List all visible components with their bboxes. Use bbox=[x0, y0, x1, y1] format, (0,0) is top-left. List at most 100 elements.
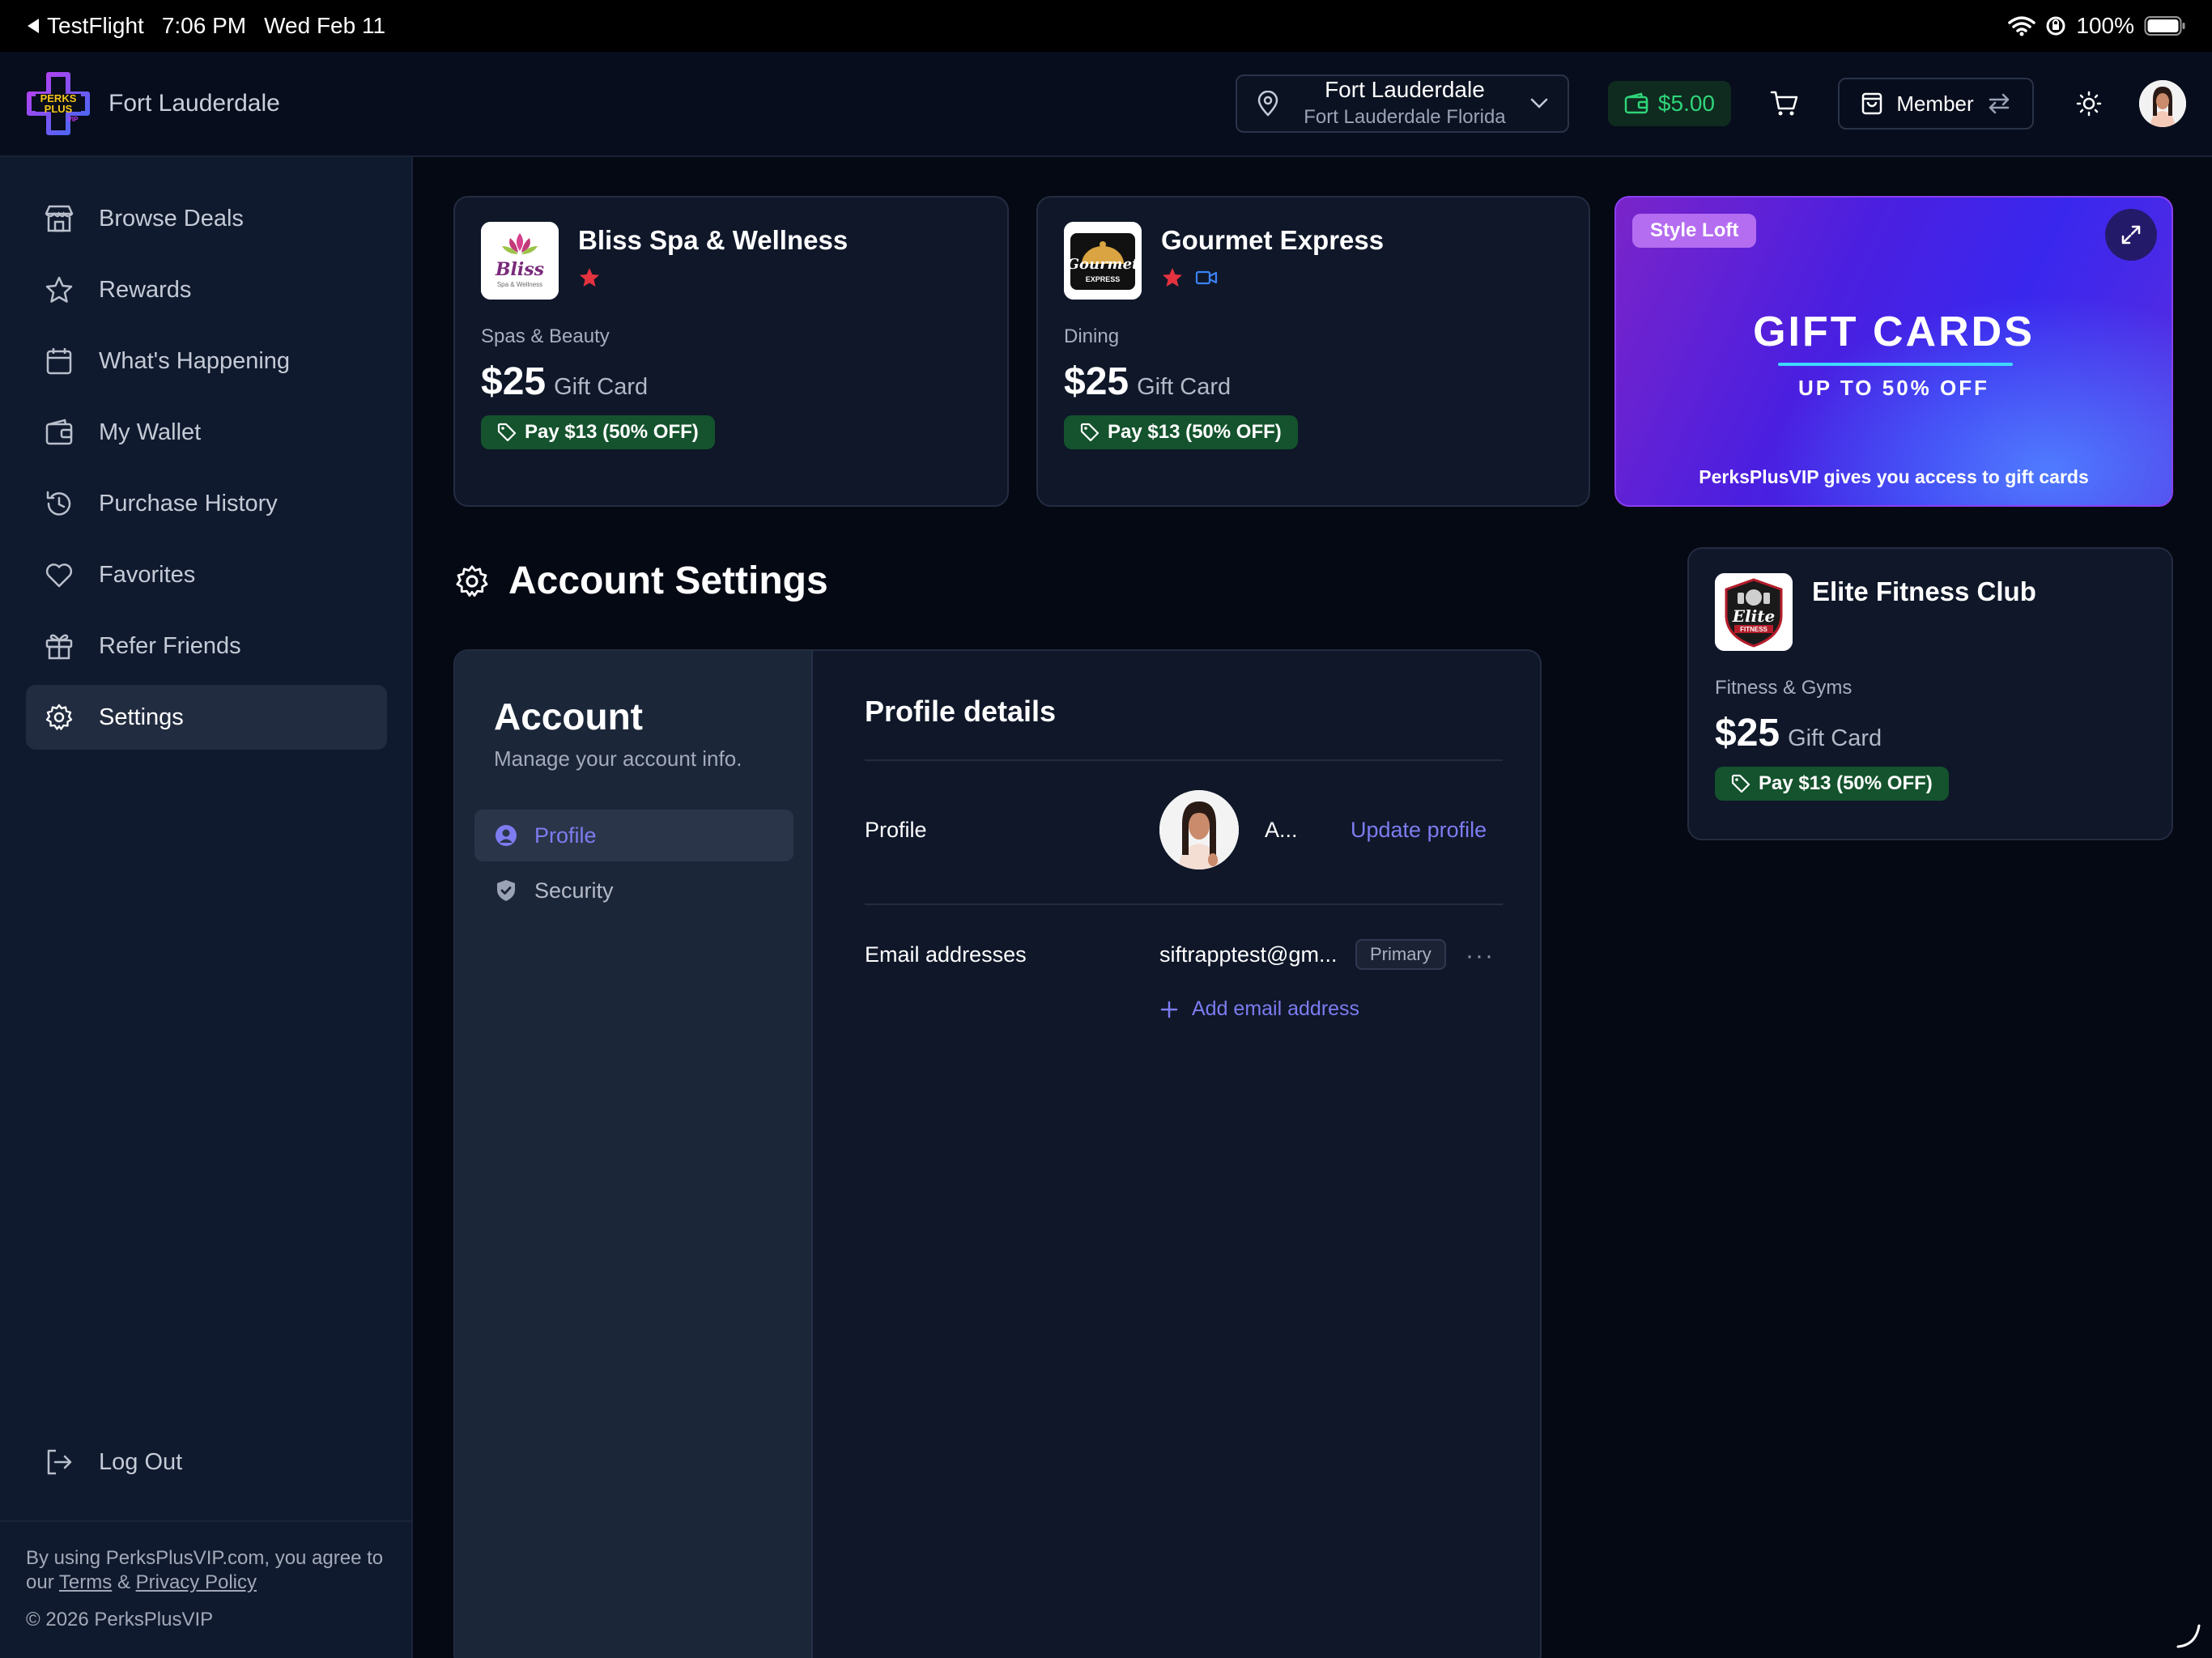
user-circle-icon bbox=[496, 825, 517, 846]
divider bbox=[865, 903, 1503, 905]
sidebar-item-settings[interactable]: Settings bbox=[26, 685, 387, 750]
status-time: 7:06 PM bbox=[161, 13, 247, 38]
location-select[interactable]: Fort Lauderdale Fort Lauderdale Florida bbox=[1235, 74, 1569, 133]
privacy-policy-link[interactable]: Privacy Policy bbox=[136, 1571, 257, 1593]
account-panel: Account Manage your account info. Profil… bbox=[453, 649, 1542, 1658]
deal-unit: Gift Card bbox=[1788, 725, 1882, 751]
chevron-down-icon bbox=[1530, 98, 1548, 108]
expand-banner-button[interactable] bbox=[2105, 209, 2157, 261]
tab-profile[interactable]: Profile bbox=[474, 810, 793, 861]
gear-icon bbox=[456, 564, 488, 597]
shield-check-icon bbox=[497, 880, 515, 901]
profile-row-label: Profile bbox=[865, 818, 927, 842]
star-filled-icon bbox=[1163, 268, 1182, 287]
heart-icon bbox=[45, 563, 73, 588]
battery-icon bbox=[2144, 16, 2185, 36]
deal-unit: Gift Card bbox=[1137, 374, 1231, 400]
sidebar-item-favorites[interactable]: Favorites bbox=[26, 542, 387, 607]
wallet-balance: $5.00 bbox=[1657, 91, 1715, 116]
copyright: © 2026 PerksPlusVIP bbox=[26, 1609, 214, 1630]
profile-details-pane: Profile details Profile A... Update prof… bbox=[813, 651, 1540, 1658]
gourmet-logo: Gourmet EXPRESS bbox=[1064, 222, 1142, 300]
svg-text:EXPRESS: EXPRESS bbox=[1086, 275, 1121, 283]
status-date: Wed Feb 11 bbox=[264, 13, 386, 38]
banner-subtitle: UP TO 50% OFF bbox=[1798, 376, 1989, 400]
map-pin-icon bbox=[1257, 91, 1278, 117]
svg-text:VIP: VIP bbox=[68, 116, 79, 123]
logout-button[interactable]: Log Out bbox=[26, 1430, 387, 1494]
cart-button[interactable] bbox=[1763, 83, 1806, 125]
bliss-logo: Bliss Spa & Wellness bbox=[481, 222, 559, 300]
svg-text:Bliss: Bliss bbox=[495, 259, 544, 280]
tag-icon bbox=[1080, 423, 1100, 442]
theme-toggle-button[interactable] bbox=[2068, 83, 2110, 125]
star-icon bbox=[45, 276, 73, 303]
status-bar: TestFlight 7:06 PM Wed Feb 11 100% bbox=[0, 0, 2212, 52]
sidebar-item-browse-deals[interactable]: Browse Deals bbox=[26, 186, 387, 251]
location-city: Fort Lauderdale bbox=[1325, 77, 1485, 102]
banner-footer: PerksPlusVIP gives you access to gift ca… bbox=[1699, 466, 2089, 487]
profile-details-title: Profile details bbox=[865, 695, 1057, 728]
store-icon bbox=[45, 205, 74, 232]
deal-name: Elite Fitness Club bbox=[1812, 576, 2036, 606]
shopping-bag-icon bbox=[1862, 92, 1882, 115]
deal-price-badge: Pay $13 (50% OFF) bbox=[481, 415, 715, 449]
member-switch-button[interactable]: Member bbox=[1838, 78, 2034, 130]
cart-icon bbox=[1770, 91, 1798, 116]
email-more-button[interactable]: ··· bbox=[1465, 942, 1495, 970]
banner-merchant-tag: Style Loft bbox=[1632, 214, 1757, 248]
page-city-title: Fort Lauderdale bbox=[108, 90, 280, 117]
deal-name: Bliss Spa & Wellness bbox=[578, 225, 849, 255]
sidebar-item-my-wallet[interactable]: My Wallet bbox=[26, 400, 387, 465]
deal-price-badge: Pay $13 (50% OFF) bbox=[1715, 767, 1949, 801]
sidebar-item-purchase-history[interactable]: Purchase History bbox=[26, 471, 387, 536]
account-subtitle: Manage your account info. bbox=[494, 746, 742, 771]
back-triangle-icon bbox=[28, 19, 39, 33]
user-avatar-button[interactable] bbox=[2139, 80, 2186, 127]
sidebar-item-whats-happening[interactable]: What's Happening bbox=[26, 329, 387, 393]
app-header: PERKS PLUS VIP Fort Lauderdale Fort Laud… bbox=[0, 52, 2212, 157]
plus-icon bbox=[1160, 1001, 1178, 1018]
banner-title: GIFT CARDS bbox=[1753, 308, 2035, 355]
wallet-balance-button[interactable]: $5.00 bbox=[1607, 81, 1731, 126]
email-address: siftrapptest@gm... bbox=[1159, 942, 1338, 967]
elite-fitness-logo: Elite FITNESS bbox=[1715, 573, 1793, 651]
svg-text:Spa & Wellness: Spa & Wellness bbox=[497, 281, 542, 288]
resize-handle-icon bbox=[2176, 1624, 2201, 1648]
page-title: Account Settings bbox=[453, 559, 828, 603]
account-nav: Account Manage your account info. Profil… bbox=[455, 651, 813, 1658]
deal-name: Gourmet Express bbox=[1161, 225, 1385, 255]
deal-amount: $25 bbox=[1064, 360, 1129, 403]
tag-icon bbox=[497, 423, 517, 442]
update-profile-button[interactable]: Update profile bbox=[1351, 818, 1487, 843]
svg-text:FITNESS: FITNESS bbox=[1740, 626, 1767, 633]
svg-text:Gourmet: Gourmet bbox=[1067, 256, 1139, 273]
calendar-icon bbox=[46, 348, 72, 375]
sun-icon bbox=[2076, 91, 2102, 117]
location-state: Fort Lauderdale Florida bbox=[1304, 106, 1506, 128]
orientation-lock-icon bbox=[2046, 16, 2065, 36]
account-title: Account bbox=[494, 695, 643, 738]
logout-icon bbox=[47, 1449, 72, 1475]
deal-unit: Gift Card bbox=[554, 374, 649, 400]
gear-icon bbox=[45, 704, 73, 730]
gift-cards-banner[interactable]: Style Loft GIFT CARDS UP TO 50% OFF Perk… bbox=[1614, 196, 2173, 507]
tab-security[interactable]: Security bbox=[474, 865, 793, 916]
sidebar-item-refer-friends[interactable]: Refer Friends bbox=[26, 614, 387, 678]
back-to-app[interactable]: TestFlight bbox=[26, 13, 144, 39]
deal-amount: $25 bbox=[1715, 712, 1780, 755]
email-row-label: Email addresses bbox=[865, 942, 1027, 967]
deal-card-elite-fitness[interactable]: Elite FITNESS Elite Fitness Club Fitness… bbox=[1687, 547, 2173, 840]
terms-link[interactable]: Terms bbox=[59, 1571, 112, 1593]
video-icon bbox=[1195, 270, 1218, 285]
sidebar-item-rewards[interactable]: Rewards bbox=[26, 257, 387, 322]
sidebar-nav: Browse Deals Rewards What's Happening My… bbox=[26, 186, 387, 756]
profile-name: A... bbox=[1265, 818, 1298, 842]
perks-plus-logo[interactable]: PERKS PLUS VIP bbox=[26, 71, 91, 136]
add-email-button[interactable]: Add email address bbox=[1159, 997, 1359, 1021]
deal-card-bliss[interactable]: Bliss Spa & Wellness Bliss Spa & Wellnes… bbox=[453, 196, 1009, 507]
deal-card-gourmet[interactable]: Gourmet EXPRESS Gourmet Express Dining $… bbox=[1036, 196, 1590, 507]
avatar-image bbox=[2139, 80, 2186, 127]
gift-icon bbox=[45, 634, 73, 660]
member-label: Member bbox=[1896, 91, 1974, 116]
